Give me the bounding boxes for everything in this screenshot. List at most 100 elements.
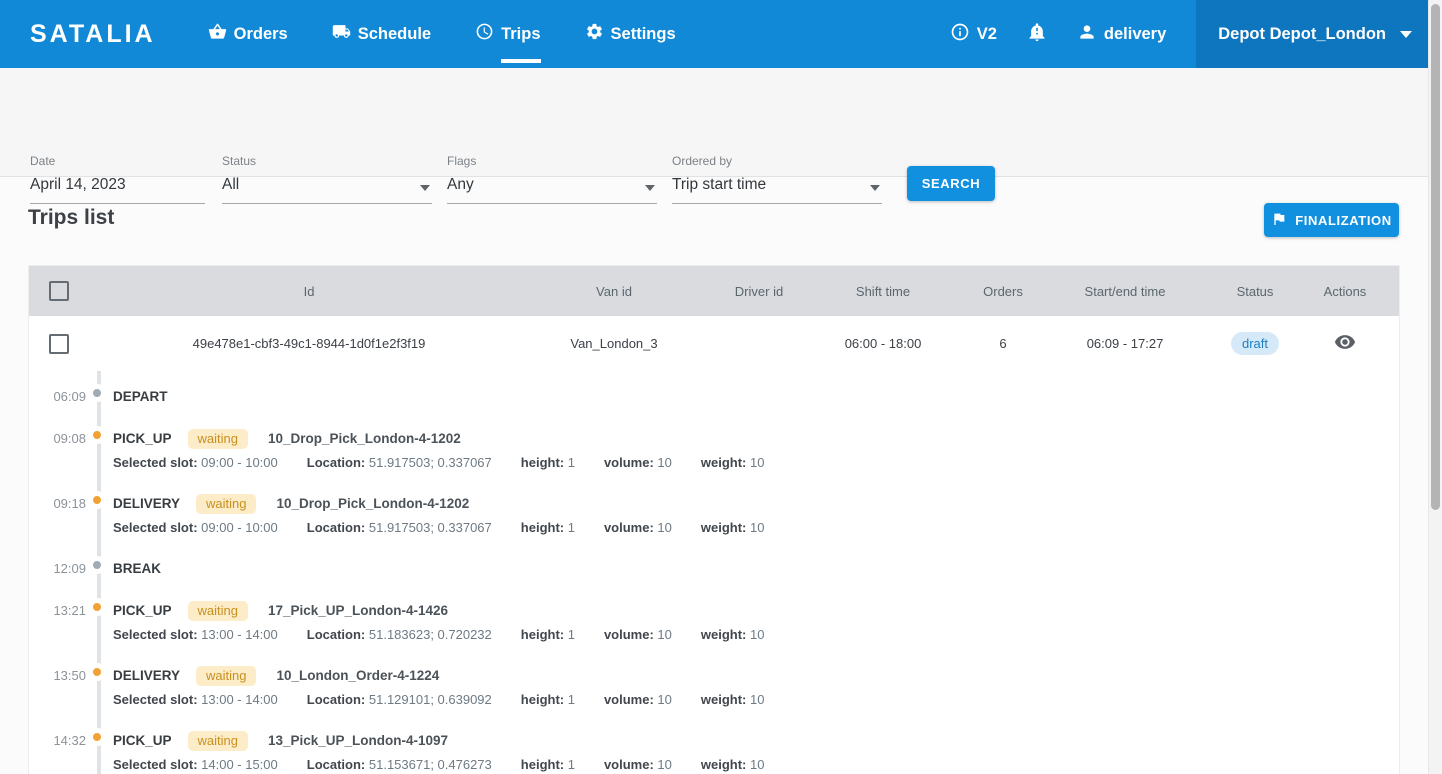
event-order-id: 13_Pick_UP_London-4-1097 <box>268 731 448 751</box>
nav-item-orders[interactable]: Orders <box>208 0 288 68</box>
notifications-button[interactable] <box>1027 22 1047 47</box>
flags-value: Any <box>447 176 474 193</box>
status-badge: draft <box>1231 332 1279 355</box>
status-cell: draft <box>1221 332 1289 355</box>
event-status-badge: waiting <box>188 601 248 621</box>
detail-height: height: 1 <box>521 626 575 643</box>
event-order-id: 10_Drop_Pick_London-4-1202 <box>268 429 461 449</box>
timeline-event: 13:21PICK_UPwaiting17_Pick_UP_London-4-1… <box>29 601 1389 643</box>
event-dot-icon <box>93 733 101 741</box>
event-time: 13:50 <box>39 666 86 686</box>
column-header-orders: Orders <box>977 284 1029 299</box>
event-type: BREAK <box>113 559 161 579</box>
timeline-event: 12:09BREAK <box>29 559 1389 579</box>
status-field: Status All <box>222 154 432 204</box>
user-menu[interactable]: delivery <box>1077 22 1166 47</box>
table-row[interactable]: 49e478e1-cbf3-49c1-8944-1d0f1e2f3f19 Van… <box>29 316 1399 371</box>
flags-label: Flags <box>447 154 657 168</box>
detail-volume: volume: 10 <box>604 756 672 773</box>
event-details: Selected slot: 14:00 - 15:00 Location: 51… <box>113 756 764 773</box>
brand-logo[interactable]: SATALIA <box>30 20 156 49</box>
event-content: PICK_UPwaiting10_Drop_Pick_London-4-1202… <box>113 429 764 471</box>
nav-item-label: Schedule <box>358 25 431 44</box>
event-dot-icon <box>93 431 101 439</box>
event-time: 09:08 <box>39 429 86 449</box>
timeline-event: 14:32PICK_UPwaiting13_Pick_UP_London-4-1… <box>29 731 1389 773</box>
detail-weight: weight: 10 <box>701 519 765 536</box>
status-value: All <box>222 176 239 193</box>
finalization-button[interactable]: FINALIZATION <box>1264 203 1399 237</box>
row-checkbox-cell <box>29 334 119 354</box>
shift-time-cell: 06:00 - 18:00 <box>789 336 977 351</box>
timeline-event: 09:08 PICK_UPwaiting10_Drop_Pick_London-4… <box>29 429 1389 471</box>
detail-weight: weight: 10 <box>701 756 765 773</box>
gear-icon <box>585 22 604 46</box>
status-select[interactable]: All <box>222 176 432 204</box>
person-icon <box>1077 22 1097 47</box>
timeline-event: 13:50DELIVERYwaiting10_London_Order-4-12… <box>29 666 1389 708</box>
event-type: PICK_UP <box>113 731 172 751</box>
clock-icon <box>475 22 494 46</box>
version-label: V2 <box>977 25 997 44</box>
trips-table-card: IdVan idDriver idShift timeOrdersStart/e… <box>28 265 1400 774</box>
search-button[interactable]: SEARCH <box>907 166 995 201</box>
vertical-scrollbar[interactable] <box>1428 0 1442 774</box>
navbar: SATALIA Orders Schedule Trips Settings V… <box>0 0 1428 68</box>
detail-selected-slot: Selected slot: 14:00 - 15:00 <box>113 756 278 773</box>
detail-volume: volume: 10 <box>604 626 672 643</box>
column-header-driver-id: Driver id <box>729 284 789 299</box>
event-details: Selected slot: 13:00 - 14:00Location: 51… <box>113 626 764 643</box>
event-dot-icon <box>93 603 101 611</box>
event-dot-icon <box>93 668 101 676</box>
filter-bar: Date April 14, 2023 Status All Flags Any… <box>0 68 1428 177</box>
flag-icon <box>1271 211 1287 230</box>
event-details: Selected slot: 09:00 - 10:00Location: 51… <box>113 519 764 536</box>
dropdown-arrow-icon <box>870 185 880 191</box>
detail-location: Location: 51.153671; 0.476273 <box>307 756 492 773</box>
event-time: 13:21 <box>39 601 86 621</box>
event-dot-icon <box>93 561 101 569</box>
detail-height: height: 1 <box>521 519 575 536</box>
nav-item-trips[interactable]: Trips <box>475 0 540 68</box>
scrollbar-thumb[interactable] <box>1431 4 1440 510</box>
detail-selected-slot: Selected slot: 13:00 - 14:00 <box>113 626 278 643</box>
depot-selector[interactable]: Depot Depot_London <box>1196 0 1428 68</box>
basket-icon <box>208 22 227 46</box>
flags-select[interactable]: Any <box>447 176 657 204</box>
detail-volume: volume: 10 <box>604 691 672 708</box>
event-order-id: 10_Drop_Pick_London-4-1202 <box>276 494 469 514</box>
finalization-label: FINALIZATION <box>1295 213 1392 228</box>
event-dot-icon <box>93 389 101 397</box>
event-content: DEPART <box>113 387 168 407</box>
select-all-checkbox[interactable] <box>49 281 69 301</box>
column-header-status: Status <box>1221 284 1289 299</box>
event-time: 06:09 <box>39 387 86 407</box>
actions-cell <box>1289 331 1401 356</box>
detail-weight: weight: 10 <box>701 454 765 471</box>
chevron-down-icon <box>1400 31 1412 38</box>
event-order-id: 17_Pick_UP_London-4-1426 <box>268 601 448 621</box>
ordered-by-value: Trip start time <box>672 176 766 193</box>
event-status-badge: waiting <box>188 731 248 751</box>
row-checkbox[interactable] <box>49 334 69 354</box>
van-id-cell: Van_London_3 <box>499 336 729 351</box>
detail-height: height: 1 <box>521 756 575 773</box>
event-status-badge: waiting <box>196 666 256 686</box>
event-type: DELIVERY <box>113 666 180 686</box>
event-content: PICK_UPwaiting17_Pick_UP_London-4-1426Se… <box>113 601 764 643</box>
ordered-by-select[interactable]: Trip start time <box>672 176 882 204</box>
version-button[interactable]: V2 <box>950 22 997 47</box>
date-label: Date <box>30 154 205 168</box>
date-input[interactable]: April 14, 2023 <box>30 176 205 204</box>
dropdown-arrow-icon <box>645 185 655 191</box>
nav-item-settings[interactable]: Settings <box>585 0 676 68</box>
nav-item-label: Settings <box>611 25 676 44</box>
column-header-shift-time: Shift time <box>789 284 977 299</box>
view-trip-button[interactable] <box>1334 331 1356 356</box>
nav-item-schedule[interactable]: Schedule <box>332 0 431 68</box>
status-label: Status <box>222 154 432 168</box>
event-dot-icon <box>93 496 101 504</box>
truck-icon <box>332 22 351 46</box>
bell-alert-icon <box>1027 22 1047 47</box>
detail-selected-slot: Selected slot: 09:00 - 10:00 <box>113 454 278 471</box>
